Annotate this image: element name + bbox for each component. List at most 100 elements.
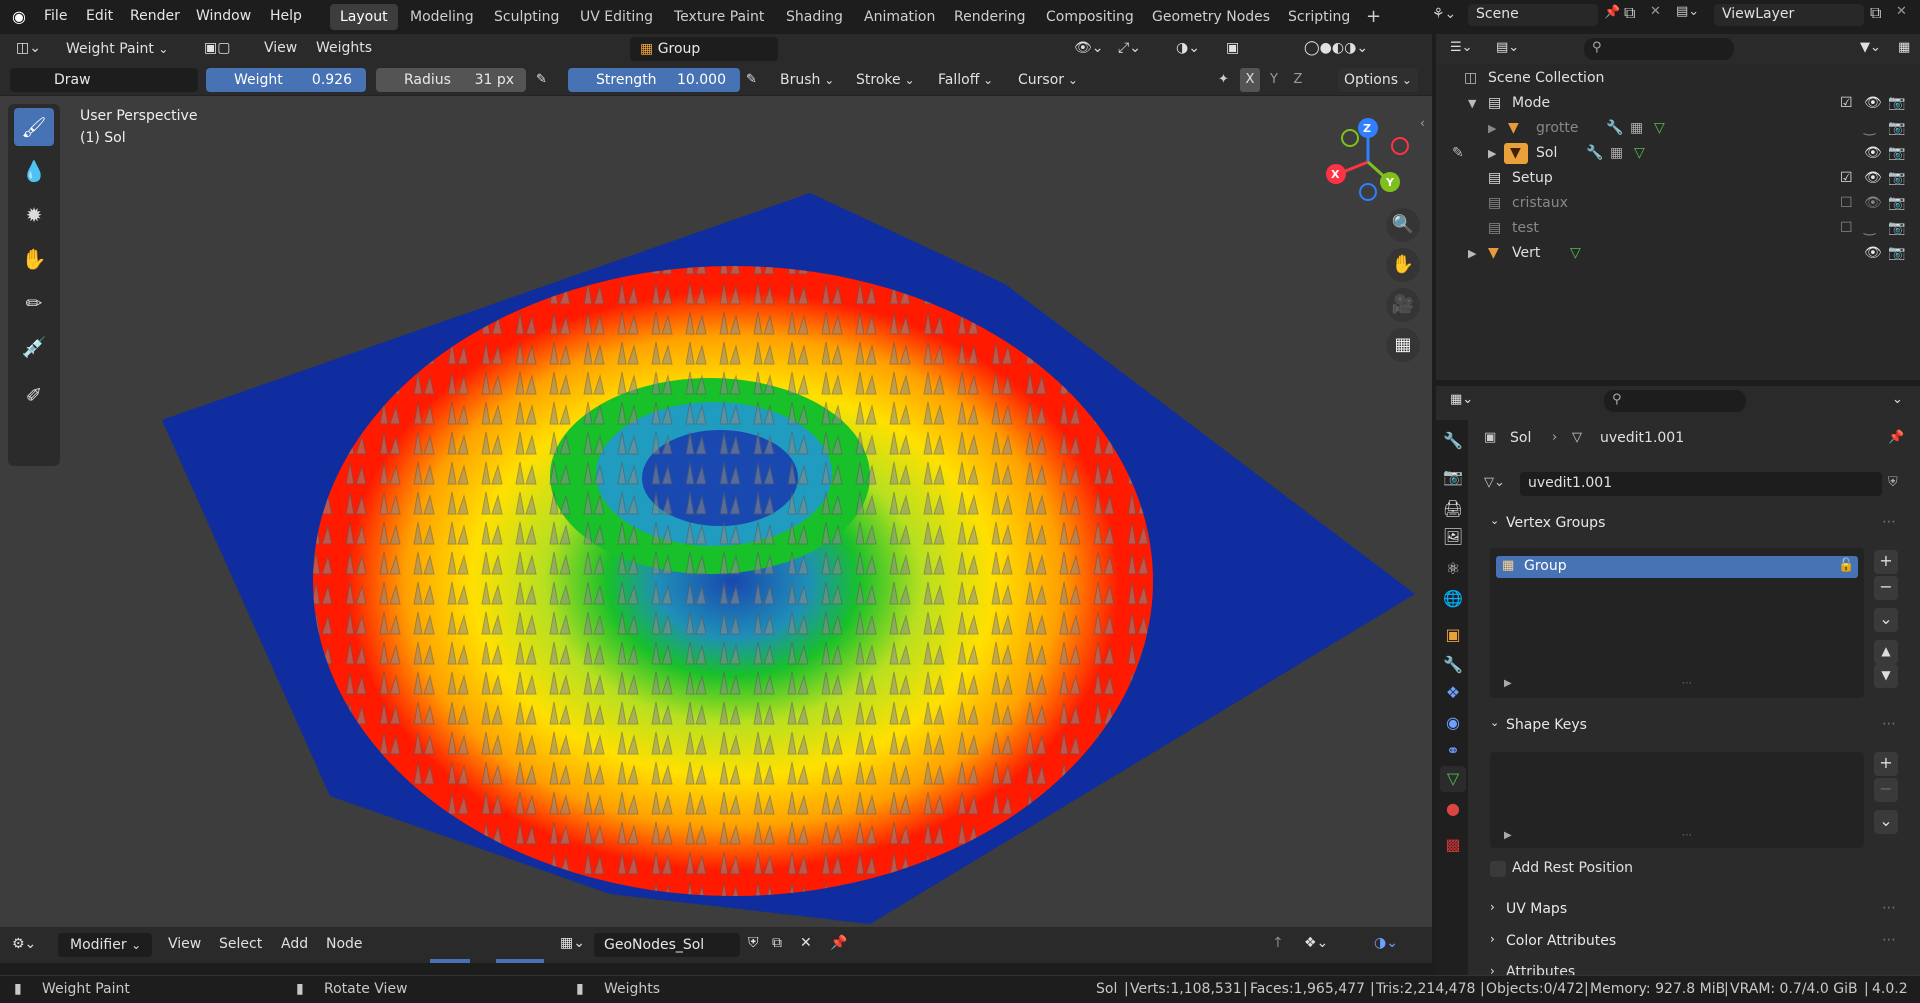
camera-icon[interactable]: 🎥 xyxy=(1386,288,1420,322)
symmetry-icon[interactable]: ✦ xyxy=(1218,72,1229,87)
material-tab-icon[interactable]: ● xyxy=(1440,796,1466,822)
render-camera-icon[interactable]: 📷 xyxy=(1888,195,1905,211)
add-rest-position-checkbox[interactable] xyxy=(1490,861,1506,877)
color-attributes-panel-header[interactable]: › Color Attributes ⋯ xyxy=(1478,928,1904,956)
pan-hand-icon[interactable]: ✋ xyxy=(1386,248,1420,282)
properties-options-icon[interactable]: ⌄ xyxy=(1892,392,1903,407)
cursor-menu[interactable]: Cursor xyxy=(1012,68,1084,92)
tab-rendering[interactable]: Rendering xyxy=(944,4,1036,30)
add-vertex-group-button[interactable]: + xyxy=(1874,550,1898,574)
eye-closed-icon[interactable]: ‿ xyxy=(1864,120,1875,136)
display-mode-icon[interactable]: ▤⌄ xyxy=(1496,40,1519,55)
annotate-icon[interactable]: ✐ xyxy=(14,376,54,414)
outliner-row-sol[interactable]: ✎ ▶ ▼ Sol 🔧 ▦ ▽ 👁 📷 xyxy=(1436,141,1920,166)
view-layer-icon[interactable]: ▤⌄ xyxy=(1676,4,1699,19)
tab-layout[interactable]: Layout xyxy=(330,4,398,30)
brush-menu[interactable]: Brush xyxy=(774,68,840,92)
outliner-search-input[interactable]: ⚲ xyxy=(1584,38,1734,60)
tab-shading[interactable]: Shading xyxy=(776,4,853,30)
average-icon[interactable]: ✹ xyxy=(14,196,54,234)
outliner-row-setup[interactable]: ▤ Setup ☑ 👁 📷 xyxy=(1436,166,1920,191)
eye-icon[interactable]: 👁 xyxy=(1864,245,1882,261)
overlay-icon[interactable]: ◑⌄ xyxy=(1176,40,1200,56)
add-shape-key-button[interactable]: + xyxy=(1874,752,1898,776)
brush-selector[interactable]: Draw xyxy=(10,68,198,92)
menu-render[interactable]: Render xyxy=(130,8,180,24)
node-tree-icon[interactable]: ▦⌄ xyxy=(560,935,585,951)
smear-icon[interactable]: ✋ xyxy=(14,240,54,278)
options-menu[interactable]: Options xyxy=(1338,68,1418,92)
fake-user-shield-icon[interactable]: ⛨ xyxy=(748,935,759,951)
vertex-groups-list[interactable]: ▦ Group 🔓 ▶ ⋯ xyxy=(1490,548,1864,698)
node-editor-type-icon[interactable]: ⚙⌄ xyxy=(12,936,36,952)
list-expand-icon[interactable]: ▶ xyxy=(1504,678,1512,689)
render-camera-icon[interactable]: 📷 xyxy=(1888,220,1905,236)
move-down-button[interactable]: ▼ xyxy=(1874,664,1898,688)
list-resize-icon[interactable]: ⋯ xyxy=(1682,830,1692,841)
outliner-row-scene-collection[interactable]: ◫ Scene Collection xyxy=(1436,66,1920,91)
node-canvas-strip[interactable] xyxy=(0,963,1432,975)
gradient-icon[interactable]: ✏ xyxy=(14,284,54,322)
unlink-icon[interactable]: ✕ xyxy=(800,935,812,951)
properties-editor-icon[interactable]: ▦⌄ xyxy=(1450,392,1473,407)
gizmo-icon[interactable]: ⤢⌄ xyxy=(1118,40,1141,56)
new-view-layer-icon[interactable]: ⧉ xyxy=(1870,3,1881,23)
expand-arrow-icon[interactable]: ▶ xyxy=(1488,122,1496,135)
constraints-tab-icon[interactable]: ⚭ xyxy=(1440,738,1466,764)
xray-icon[interactable]: ▣ xyxy=(1226,40,1239,56)
eye-closed-icon[interactable]: ‿ xyxy=(1864,220,1875,236)
pin-icon[interactable]: 📌 xyxy=(1604,5,1620,20)
render-camera-icon[interactable]: 📷 xyxy=(1888,120,1905,136)
node-menu-view[interactable]: View xyxy=(168,936,201,952)
checkbox-icon[interactable]: ☑ xyxy=(1840,170,1853,186)
node-tree-name-field[interactable]: GeoNodes_Sol xyxy=(594,933,740,957)
outliner-row-cristaux[interactable]: ▤ cristaux ☐ 👁 📷 xyxy=(1436,191,1920,216)
eye-icon[interactable]: 👁 xyxy=(1864,195,1882,211)
outliner-row-vert[interactable]: ▶ ▼ Vert ▽ 👁 📷 xyxy=(1436,241,1920,266)
mirror-x-toggle[interactable]: X xyxy=(1240,68,1260,92)
tab-geometry-nodes[interactable]: Geometry Nodes xyxy=(1142,4,1280,30)
eye-icon[interactable]: 👁 xyxy=(1864,145,1882,161)
radius-field[interactable]: Radius 31 px xyxy=(376,68,526,92)
render-camera-icon[interactable]: 📷 xyxy=(1888,95,1905,111)
remove-vertex-group-button[interactable]: − xyxy=(1874,576,1898,600)
mode-selector[interactable]: Weight Paint xyxy=(60,37,174,61)
tab-modeling[interactable]: Modeling xyxy=(400,4,484,30)
zoom-icon[interactable]: 🔍 xyxy=(1386,208,1420,242)
attributes-panel-header[interactable]: › Attributes xyxy=(1478,960,1904,975)
close-view-layer-icon[interactable]: ✕ xyxy=(1896,4,1907,19)
blur-icon[interactable]: 💧 xyxy=(14,152,54,190)
drag-handle-icon[interactable]: ⋯ xyxy=(1882,514,1896,530)
scene-icon[interactable]: ⚘⌄ xyxy=(1432,6,1456,22)
expand-arrow-icon[interactable]: ▶ xyxy=(1488,147,1496,160)
checkbox-empty-icon[interactable]: ☐ xyxy=(1840,220,1853,236)
render-camera-icon[interactable]: 📷 xyxy=(1888,245,1905,261)
strength-pressure-icon[interactable]: ✎ xyxy=(746,72,757,87)
sidebar-toggle-icon[interactable]: ‹ xyxy=(1420,116,1425,130)
menu-help[interactable]: Help xyxy=(270,8,302,24)
outliner-row-grotte[interactable]: ▶ ▼ grotte 🔧 ▦ ▽ ‿ 📷 xyxy=(1436,116,1920,141)
expand-arrow-icon[interactable]: ▼ xyxy=(1468,97,1476,110)
add-workspace-icon[interactable]: + xyxy=(1356,4,1391,30)
properties-search-input[interactable]: ⚲ xyxy=(1604,390,1746,412)
mesh-data-tab-icon[interactable]: ▽ xyxy=(1440,766,1466,792)
shape-keys-list[interactable]: ▶ ⋯ xyxy=(1490,752,1864,848)
modifier-tab-icon[interactable]: 🔧 xyxy=(1440,652,1466,678)
view-layer-tab-icon[interactable]: 🖼 xyxy=(1440,524,1466,550)
menu-edit[interactable]: Edit xyxy=(86,8,113,24)
menu-view[interactable]: View xyxy=(264,40,297,56)
filter-icon[interactable]: ▼⌄ xyxy=(1860,40,1881,55)
outliner-row-mode[interactable]: ▼ ▤ Mode ☑ 👁 📷 xyxy=(1436,91,1920,116)
scene-tab-icon[interactable]: ⚛ xyxy=(1440,556,1466,582)
snap-icon[interactable]: ❖⌄ xyxy=(1304,935,1328,951)
drag-handle-icon[interactable]: ⋯ xyxy=(1882,900,1896,916)
mirror-z-toggle[interactable]: Z xyxy=(1288,68,1308,92)
vertex-group-specials-button[interactable]: ⌄ xyxy=(1874,608,1898,632)
object-tab-icon[interactable]: ▣ xyxy=(1440,622,1466,648)
tab-uv-editing[interactable]: UV Editing xyxy=(570,4,663,30)
lock-icon[interactable]: 🔓 xyxy=(1838,558,1854,573)
checkbox-empty-icon[interactable]: ☐ xyxy=(1840,195,1853,211)
shading-modes-icon[interactable]: ◯●◐◑⌄ xyxy=(1304,40,1368,56)
checkbox-icon[interactable]: ☑ xyxy=(1840,95,1853,111)
drag-handle-icon[interactable]: ⋯ xyxy=(1882,932,1896,948)
